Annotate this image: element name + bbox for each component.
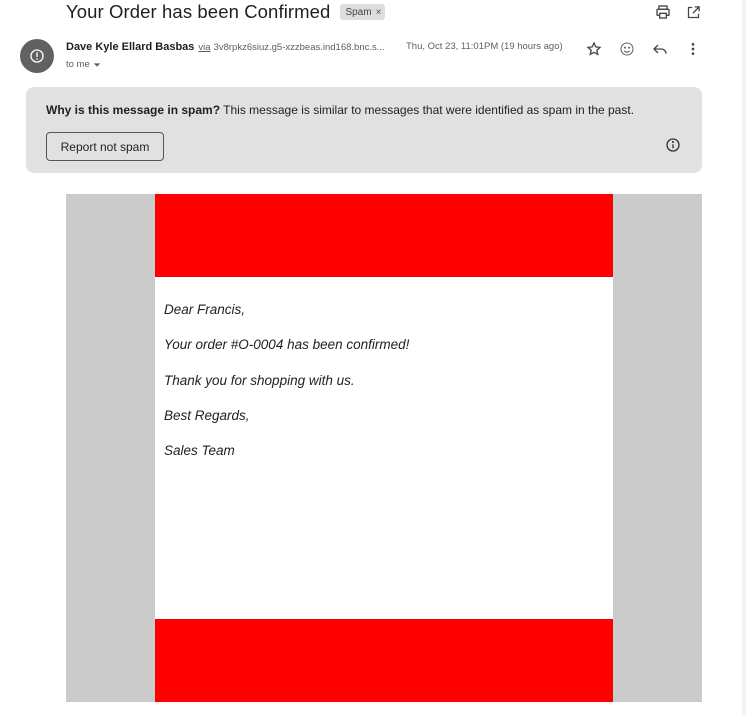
more-vert-icon[interactable]	[683, 39, 702, 58]
closing-line: Best Regards,	[164, 407, 250, 423]
thread-actions	[654, 3, 702, 21]
emoji-reaction-icon[interactable]	[617, 39, 636, 58]
print-icon[interactable]	[654, 3, 672, 21]
sender-line: Dave Kyle Ellard Basbas via 3v8rpkz6siuz…	[66, 41, 385, 53]
message-date: Thu, Oct 23, 11:01PM (19 hours ago)	[406, 41, 563, 52]
spam-warning-icon	[30, 49, 44, 63]
spam-warning-banner: Why is this message in spam? This messag…	[26, 87, 702, 173]
open-in-new-window-icon[interactable]	[684, 3, 702, 21]
thank-you-line: Thank you for shopping with us.	[164, 372, 355, 388]
report-not-spam-button[interactable]: Report not spam	[46, 132, 164, 161]
spam-warning-question: Why is this message in spam?	[46, 103, 221, 117]
message-actions	[584, 39, 702, 58]
chevron-down-icon	[93, 62, 100, 67]
reply-icon[interactable]	[650, 39, 669, 58]
footer-banner	[155, 619, 613, 702]
subject-row: Your Order has been Confirmed Spam ×	[66, 0, 386, 24]
spam-label-text: Spam	[345, 6, 372, 18]
greeting-line: Dear Francis,	[164, 302, 246, 317]
header-banner	[155, 194, 613, 277]
sender-name[interactable]: Dave Kyle Ellard Basbas	[66, 41, 194, 53]
email-view: Your Order has been Confirmed Spam × Dav…	[0, 0, 746, 716]
order-confirmation-line: Your order #O-0004 has been confirmed!	[164, 337, 410, 353]
email-body-text: Dear Francis, Your order #O-0004 has bee…	[164, 302, 409, 478]
recipient-text: to me	[66, 59, 90, 70]
star-icon[interactable]	[584, 39, 603, 58]
via-domain: 3v8rpkz6siuz.g5-xzzbeas.ind168.bnc.s...	[213, 42, 385, 53]
remove-label-icon[interactable]: ×	[376, 7, 382, 18]
email-subject: Your Order has been Confirmed	[66, 1, 331, 22]
sender-avatar[interactable]	[20, 39, 54, 73]
info-icon[interactable]	[664, 136, 682, 154]
spam-warning-text: Why is this message in spam? This messag…	[46, 103, 634, 117]
recipient-details-toggle[interactable]: to me	[66, 59, 101, 70]
spam-label-chip[interactable]: Spam ×	[340, 4, 386, 20]
signature-line: Sales Team	[164, 443, 235, 459]
email-body-frame: Dear Francis, Your order #O-0004 has bee…	[66, 194, 702, 702]
email-content-card: Dear Francis, Your order #O-0004 has bee…	[155, 194, 613, 702]
spam-warning-explanation: This message is similar to messages that…	[220, 103, 635, 117]
via-link[interactable]: via	[198, 42, 210, 53]
side-panel-edge	[742, 0, 746, 716]
